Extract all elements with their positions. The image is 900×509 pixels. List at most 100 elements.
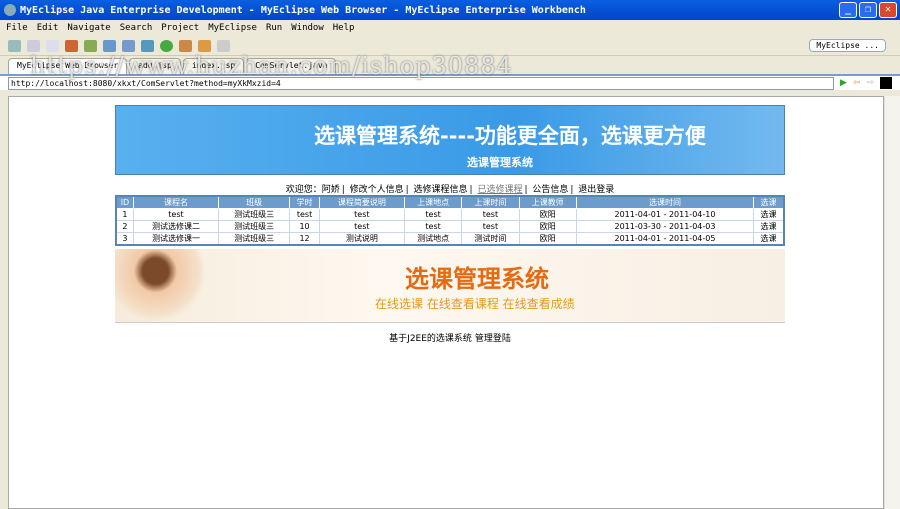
column-header: 选课时间 xyxy=(575,195,755,209)
print-icon[interactable] xyxy=(46,39,59,52)
menu-run[interactable]: Run xyxy=(266,23,282,33)
table-cell: test xyxy=(403,220,463,233)
myeclipse-icon xyxy=(4,4,16,16)
address-bar: ▶ ⇦ ⇨ xyxy=(0,74,900,90)
vertical-scrollbar[interactable] xyxy=(884,96,900,509)
perspective-button[interactable]: MyEclipse ... xyxy=(809,39,886,52)
tab-add-jsp[interactable]: add.jsp xyxy=(129,58,181,74)
table-cell: 欧阳 xyxy=(518,208,577,221)
forward-icon[interactable]: ⇨ xyxy=(866,78,874,88)
server-icon[interactable] xyxy=(103,39,116,52)
table-cell: 2011-04-01 - 2011-04-10 xyxy=(575,208,755,221)
nav-announcements[interactable]: 公告信息 xyxy=(532,185,568,195)
table-cell: 12 xyxy=(289,232,320,246)
table-cell: 测试班级三 xyxy=(218,220,291,233)
table-cell: 10 xyxy=(289,220,320,233)
table-cell: test xyxy=(289,208,320,221)
menu-search[interactable]: Search xyxy=(120,23,153,33)
url-input[interactable] xyxy=(8,76,834,90)
column-header: 课程名 xyxy=(132,195,220,209)
menu-window[interactable]: Window xyxy=(291,23,324,33)
save-icon[interactable] xyxy=(27,39,40,52)
footer-text: 基于J2EE的选课系统 xyxy=(389,334,472,344)
table-cell: test xyxy=(461,208,520,221)
web-icon[interactable] xyxy=(141,39,154,52)
table-cell: 测试选修课一 xyxy=(132,232,220,246)
window-title: MyEclipse Java Enterprise Development - … xyxy=(20,4,586,16)
table-cell: 2 xyxy=(115,220,134,233)
welcome-text: 欢迎您：阿娇 xyxy=(285,185,340,195)
footer: 基于J2EE的选课系统 管理登陆 xyxy=(115,331,785,344)
deploy-icon[interactable] xyxy=(122,39,135,52)
nav-edit-profile[interactable]: 修改个人信息 xyxy=(350,185,404,195)
table-row: 2 测试选修课二 测试班级三 10 test test test 欧阳 2011-03-30 -… xyxy=(115,220,785,233)
close-button[interactable]: ✕ xyxy=(879,2,897,18)
nav-selected-courses[interactable]: 已选修课程 xyxy=(477,185,522,195)
table-cell: test xyxy=(318,220,405,233)
forward-icon[interactable] xyxy=(217,39,230,52)
course-table: ID 课程名 班级 学时 课程简要说明 上课地点 上课时间 上课教师 选课时间 选课 1 test 测… xyxy=(115,195,785,246)
banner-subtitle: 选课管理系统 xyxy=(467,156,533,169)
menu-edit[interactable]: Edit xyxy=(37,23,59,33)
header-banner: 选课管理系统----功能更全面，选课更方便 选课管理系统 xyxy=(115,105,785,175)
table-cell: test xyxy=(403,208,463,221)
admin-login-link[interactable]: 管理登陆 xyxy=(475,334,511,344)
table-row: 3 测试选修课一 测试班级三 12 测试说明 测试地点 测试时间 欧阳 2011-04-01 -… xyxy=(115,232,785,246)
table-cell: 测试时间 xyxy=(461,232,520,246)
toolbar: MyEclipse ... xyxy=(0,36,900,56)
tab-web-browser[interactable]: MyEclipse Web Browser xyxy=(8,58,128,74)
table-cell: test xyxy=(318,208,405,221)
menu-bar: File Edit Navigate Search Project MyEcli… xyxy=(0,20,900,36)
select-course-link[interactable]: 选课 xyxy=(753,208,785,221)
nav-logout[interactable]: 退出登录 xyxy=(578,185,614,195)
browser-view: 选课管理系统----功能更全面，选课更方便 选课管理系统 欢迎您：阿娇 | 修改个… xyxy=(8,96,884,509)
stop-icon[interactable] xyxy=(880,77,892,89)
nav-elective-courses[interactable]: 选修课程信息 xyxy=(414,185,468,195)
back-icon[interactable]: ⇦ xyxy=(853,78,861,88)
new-icon[interactable] xyxy=(8,39,21,52)
column-header: 课程简要说明 xyxy=(318,195,405,209)
column-header: 选课 xyxy=(753,195,785,209)
table-cell: 测试班级三 xyxy=(218,232,291,246)
menu-file[interactable]: File xyxy=(6,23,28,33)
maximize-button[interactable]: ❐ xyxy=(859,2,877,18)
minimize-button[interactable]: _ xyxy=(839,2,857,18)
search-icon[interactable] xyxy=(179,39,192,52)
package-icon[interactable] xyxy=(65,39,78,52)
student-image xyxy=(115,249,205,323)
back-icon[interactable] xyxy=(198,39,211,52)
table-cell: 测试地点 xyxy=(403,232,463,246)
column-header: 上课地点 xyxy=(403,195,463,209)
nav-links: 欢迎您：阿娇 | 修改个人信息 | 选修课程信息 | 已选修课程 | 公告信息 | 退出登… xyxy=(285,185,615,195)
tab-index-jsp[interactable]: index.jsp xyxy=(182,58,245,74)
table-cell: 3 xyxy=(115,232,134,246)
debug-icon[interactable] xyxy=(84,39,97,52)
menu-navigate[interactable]: Navigate xyxy=(67,23,110,33)
table-cell: 测试班级三 xyxy=(218,208,291,221)
table-cell: 2011-03-30 - 2011-04-03 xyxy=(575,220,755,233)
menu-myeclipse[interactable]: MyEclipse xyxy=(208,23,257,33)
table-row: 1 test 测试班级三 test test test test 欧阳 2011-04-01 -… xyxy=(115,208,785,221)
tab-comservlet[interactable]: ComServlet.java xyxy=(246,58,337,74)
select-course-link[interactable]: 选课 xyxy=(753,232,785,246)
table-cell: 测试说明 xyxy=(318,232,405,246)
table-cell: 测试选修课二 xyxy=(132,220,220,233)
table-cell: test xyxy=(461,220,520,233)
promo-slogan: 在线选课 在线查看课程 在线查看成绩 xyxy=(375,297,575,311)
column-header: 上课教师 xyxy=(518,195,577,209)
table-cell: 1 xyxy=(115,208,134,221)
table-cell: 欧阳 xyxy=(518,220,577,233)
title-bar: MyEclipse Java Enterprise Development - … xyxy=(0,0,900,20)
column-header: 学时 xyxy=(289,195,320,209)
promo-banner: 选课管理系统 在线选课 在线查看课程 在线查看成绩 xyxy=(115,249,785,323)
menu-project[interactable]: Project xyxy=(161,23,199,33)
table-cell: test xyxy=(132,208,220,221)
run-icon[interactable] xyxy=(160,39,173,52)
column-header: 上课时间 xyxy=(461,195,520,209)
menu-help[interactable]: Help xyxy=(333,23,355,33)
column-header: ID xyxy=(115,195,134,209)
table-cell: 2011-04-01 - 2011-04-05 xyxy=(575,232,755,246)
select-course-link[interactable]: 选课 xyxy=(753,220,785,233)
banner-title: 选课管理系统----功能更全面，选课更方便 xyxy=(314,124,706,148)
go-icon[interactable]: ▶ xyxy=(840,78,847,88)
